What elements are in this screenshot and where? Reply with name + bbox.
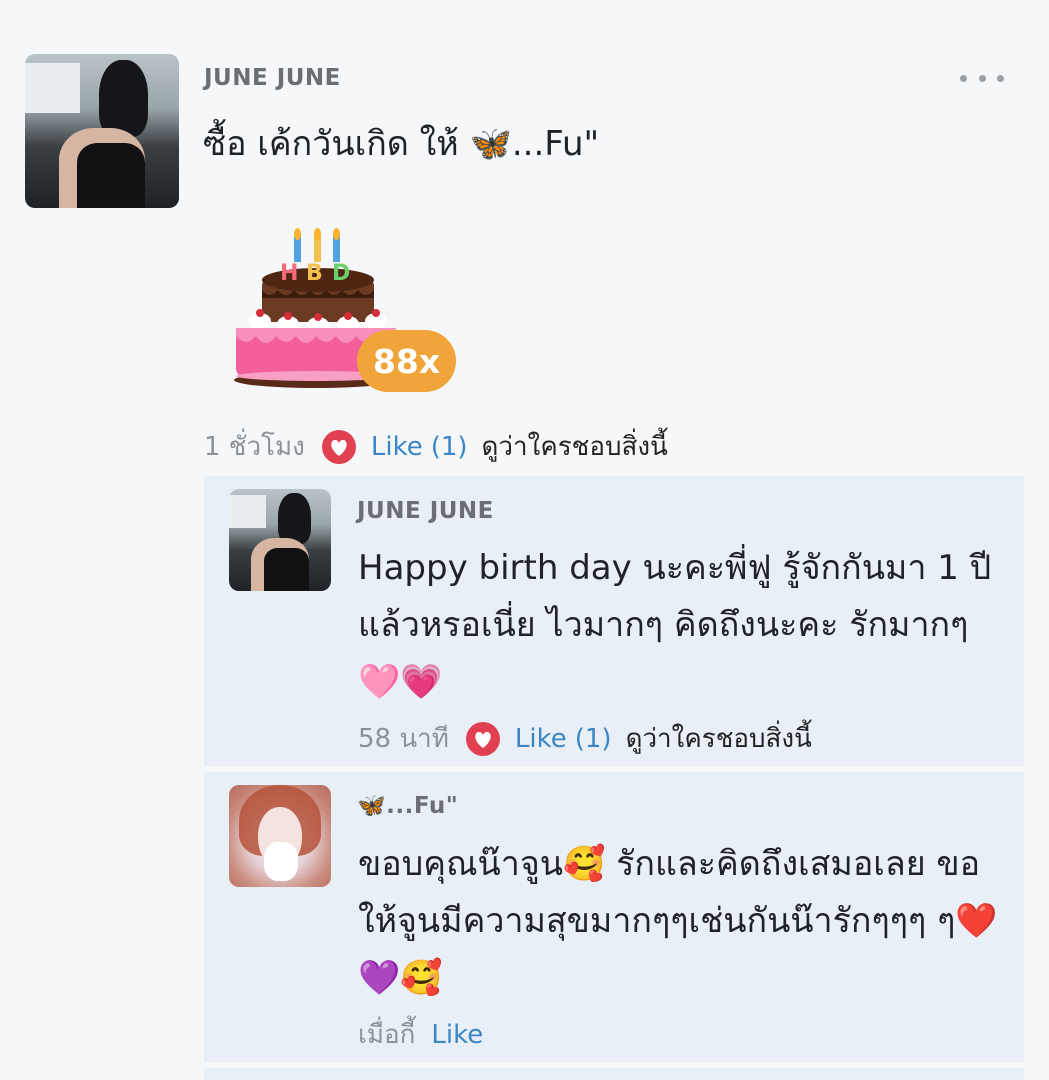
comment: 🦋...Fu" ขอบคุณน๊าจูน🥰 รักและคิดถึงเสมอเล… — [204, 772, 1024, 1062]
post-author-name[interactable]: JUNE JUNE — [204, 65, 341, 91]
author-avatar[interactable] — [25, 54, 179, 208]
svg-text:D: D — [332, 261, 350, 286]
heart-icon[interactable] — [465, 721, 501, 757]
like-count[interactable]: (1) — [431, 432, 468, 462]
comment-author-avatar[interactable] — [229, 489, 331, 591]
sticker-count-badge: 88x — [357, 330, 456, 392]
comment-text: ขอบคุณน๊าจูน🥰 รักและคิดถึงเสมอเลย ขอให้จ… — [358, 844, 998, 998]
comment-author-name[interactable]: 🦋...Fu" — [357, 792, 458, 819]
comment-meta-row: เมื่อกี้ Like — [358, 1014, 491, 1055]
svg-text:H: H — [280, 261, 298, 286]
post-text: ซื้อ เค้กวันเกิด ให้ 🦋...Fu" — [203, 124, 600, 164]
comment-time: 58 นาที — [358, 724, 449, 754]
next-comment-edge — [204, 1068, 1024, 1080]
like-count[interactable]: (1) — [575, 724, 612, 754]
see-who-likes-link[interactable]: ดูว่าใครชอบสิ่งนี้ — [626, 718, 812, 759]
more-options-icon[interactable] — [960, 66, 1004, 90]
like-button[interactable]: Like — [515, 724, 567, 754]
comment-author-name[interactable]: JUNE JUNE — [357, 498, 494, 524]
like-button[interactable]: Like — [371, 432, 423, 462]
post-meta-row: 1 ชั่วโมง Like (1) ดูว่าใครชอบสิ่งนี้ — [204, 426, 668, 467]
comment-meta-row: 58 นาที Like (1) ดูว่าใครชอบสิ่งนี้ — [358, 718, 812, 759]
comment: JUNE JUNE Happy birth day นะคะพี่ฟู รู้จ… — [204, 476, 1024, 766]
comment-text: Happy birth day นะคะพี่ฟู รู้จักกันมา 1 … — [358, 548, 992, 702]
comment-time: เมื่อกี้ — [358, 1020, 416, 1050]
like-button[interactable]: Like — [431, 1020, 483, 1050]
see-who-likes-link[interactable]: ดูว่าใครชอบสิ่งนี้ — [482, 426, 668, 467]
feed-page: JUNE JUNE ซื้อ เค้กวันเกิด ให้ 🦋...Fu" H… — [0, 0, 1049, 1080]
post-time: 1 ชั่วโมง — [204, 432, 305, 462]
comment-author-avatar[interactable] — [229, 785, 331, 887]
svg-text:B: B — [306, 261, 323, 286]
heart-icon[interactable] — [321, 429, 357, 465]
